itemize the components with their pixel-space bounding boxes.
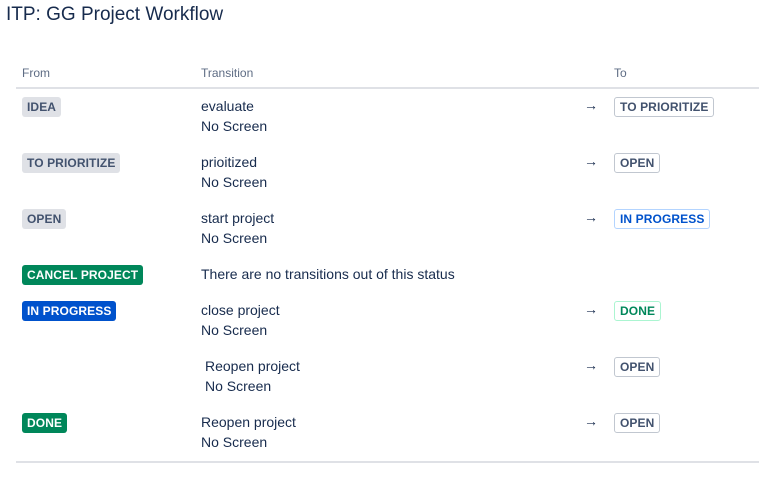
to-status-lozenge: DONE [614, 301, 662, 321]
workflow-table: From Transition To IDEA evaluate No Scre… [16, 62, 759, 463]
header-from: From [22, 66, 50, 80]
arrow-right-icon: → [584, 97, 598, 113]
from-status-lozenge: DONE [22, 413, 68, 433]
table-row: CANCEL PROJECT There are no transitions … [16, 257, 759, 293]
to-status-lozenge: OPEN [614, 153, 661, 173]
arrow-right-icon: → [584, 153, 598, 169]
table-row: Reopen project No Screen → OPEN [16, 349, 759, 405]
from-status-lozenge: TO PRIORITIZE [22, 153, 121, 173]
transition-screen: No Screen [201, 434, 268, 450]
transition-name: Reopen project [205, 358, 300, 374]
to-status-lozenge: OPEN [614, 357, 661, 377]
from-status-lozenge: IDEA [22, 97, 62, 117]
transition-screen: No Screen [201, 322, 268, 338]
transition-screen: No Screen [201, 174, 268, 190]
table-row: TO PRIORITIZE prioitized No Screen → OPE… [16, 145, 759, 201]
transition-screen: No Screen [201, 230, 268, 246]
transition-name: Reopen project [201, 414, 296, 430]
table-row: IN PROGRESS close project No Screen → DO… [16, 293, 759, 349]
from-status-lozenge: IN PROGRESS [22, 301, 117, 321]
no-transitions-message: There are no transitions out of this sta… [201, 266, 455, 282]
to-status-lozenge: TO PRIORITIZE [614, 97, 715, 117]
from-status-lozenge: CANCEL PROJECT [22, 265, 144, 285]
to-status-lozenge: IN PROGRESS [614, 209, 711, 229]
table-header: From Transition To [16, 62, 759, 89]
transition-name: prioitized [201, 154, 258, 170]
arrow-right-icon: → [584, 357, 598, 373]
to-status-lozenge: OPEN [614, 413, 661, 433]
header-to: To [614, 66, 627, 80]
table-row: IDEA evaluate No Screen → TO PRIORITIZE [16, 89, 759, 145]
arrow-right-icon: → [584, 413, 598, 429]
header-transition: Transition [201, 66, 254, 80]
from-status-lozenge: OPEN [22, 209, 67, 229]
arrow-right-icon: → [584, 301, 598, 317]
transition-name: close project [201, 302, 280, 318]
arrow-right-icon: → [584, 209, 598, 225]
page-title: ITP: GG Project Workflow [6, 4, 224, 25]
transition-screen: No Screen [201, 118, 268, 134]
table-row: OPEN start project No Screen → IN PROGRE… [16, 201, 759, 257]
workflow-page: ITP: GG Project Workflow From Transition… [0, 0, 768, 482]
transition-name: start project [201, 210, 275, 226]
transition-screen: No Screen [205, 378, 272, 394]
transition-name: evaluate [201, 98, 254, 114]
table-row: DONE Reopen project No Screen → OPEN [16, 405, 759, 463]
